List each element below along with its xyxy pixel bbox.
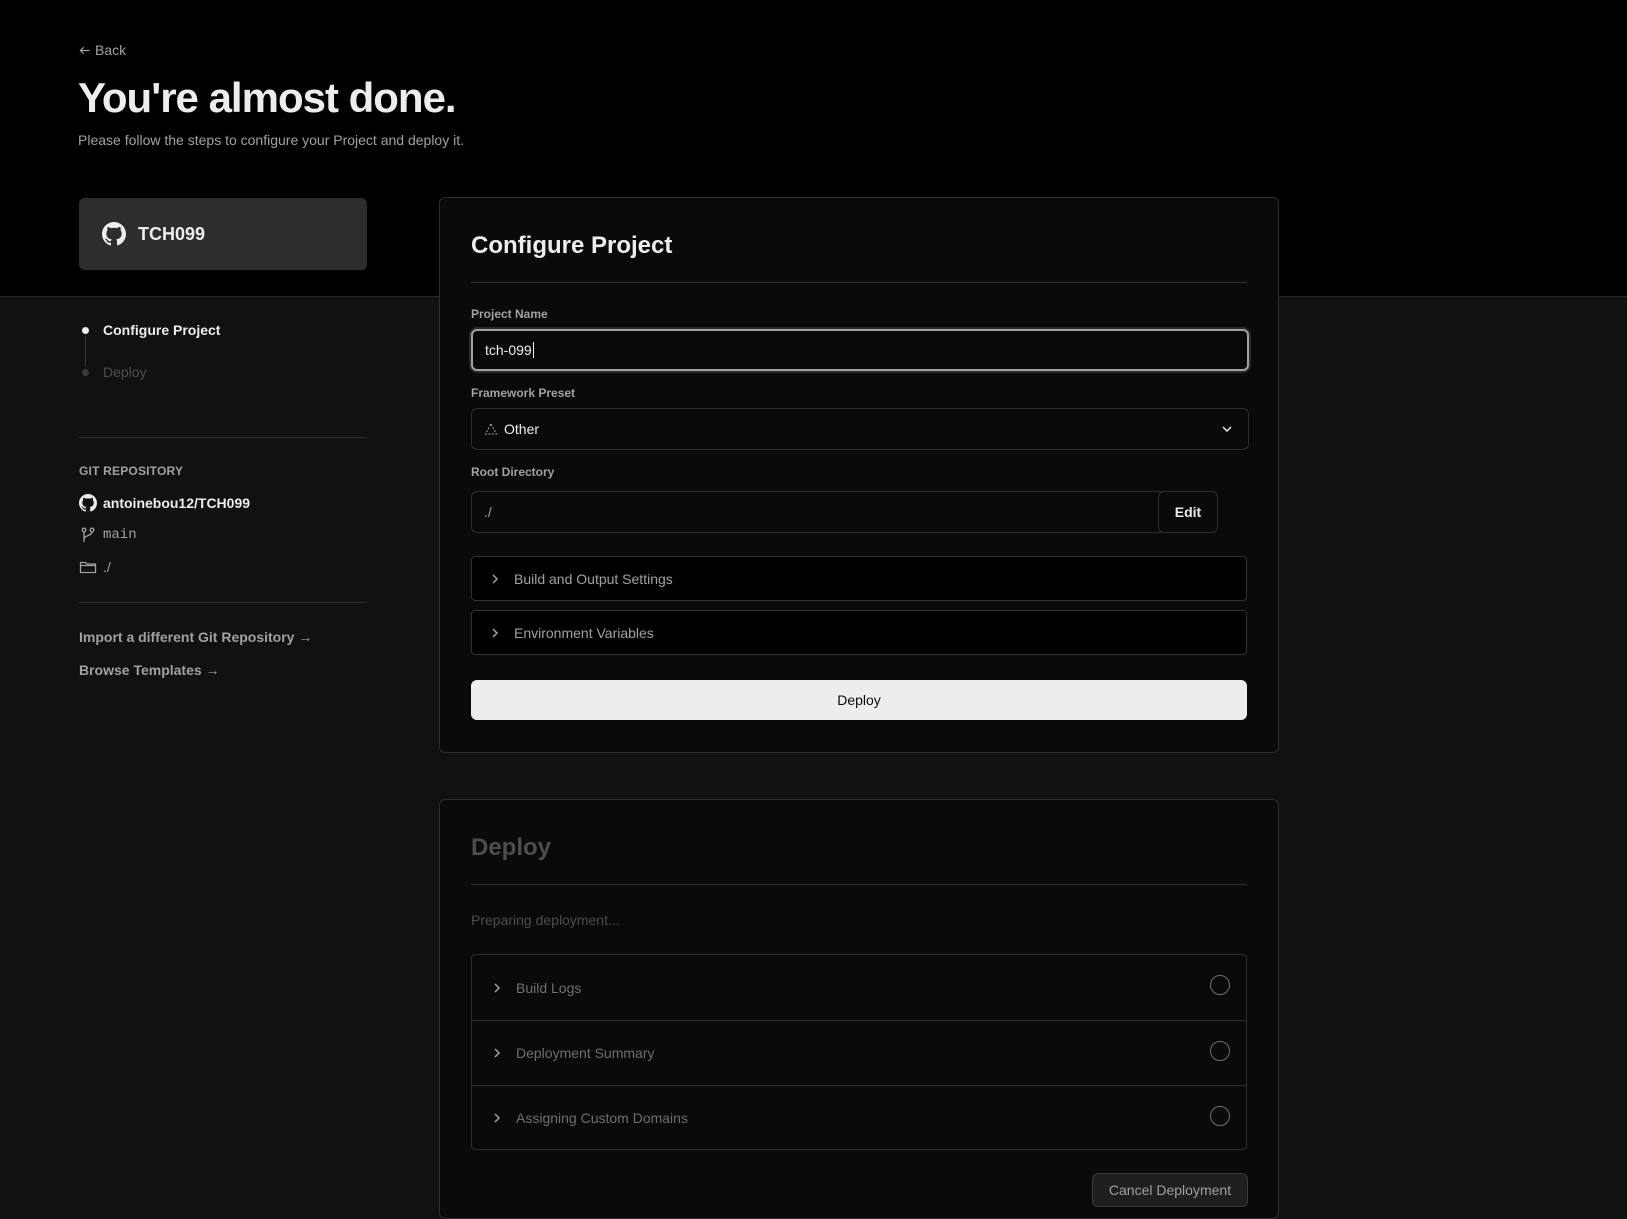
build-logs-row[interactable]: Build Logs xyxy=(472,955,1246,1020)
github-icon xyxy=(79,494,97,512)
page-subtitle: Please follow the steps to configure you… xyxy=(78,132,464,148)
step-label: Configure Project xyxy=(103,322,221,338)
step-dot-active xyxy=(82,326,89,334)
root-directory-input[interactable]: ./ xyxy=(471,491,1179,533)
arrow-left-icon xyxy=(79,46,90,54)
root-directory-value: ./ xyxy=(484,504,492,520)
configure-project-card: Configure Project Project Name tch-099 F… xyxy=(439,197,1279,753)
environment-variables-label: Environment Variables xyxy=(514,624,654,641)
pending-status-icon xyxy=(1210,975,1230,995)
git-directory: ./ xyxy=(79,558,111,576)
build-output-settings-toggle[interactable]: Build and Output Settings xyxy=(471,556,1247,601)
chevron-right-icon xyxy=(492,627,499,638)
sidebar-divider xyxy=(79,437,367,438)
deployment-steps-list: Build Logs Deployment Summary Assigning … xyxy=(471,954,1247,1150)
cancel-deployment-button[interactable]: Cancel Deployment xyxy=(1092,1173,1248,1207)
framework-preset-select[interactable]: Other xyxy=(471,408,1249,450)
card-divider xyxy=(471,884,1247,885)
configure-title: Configure Project xyxy=(471,232,673,259)
project-name-value: tch-099 xyxy=(485,342,532,358)
pending-status-icon xyxy=(1210,1041,1230,1061)
edit-root-directory-button[interactable]: Edit xyxy=(1158,491,1218,533)
chevron-right-icon xyxy=(492,573,499,584)
framework-preset-value: Other xyxy=(504,421,540,437)
folder-icon xyxy=(79,561,97,574)
card-divider xyxy=(471,282,1247,283)
step-connector xyxy=(85,336,86,366)
import-repo-link[interactable]: Import a different Git Repository → xyxy=(79,629,312,645)
git-branch-name: main xyxy=(103,527,137,543)
chevron-right-icon xyxy=(494,1113,501,1123)
framework-preset-label: Framework Preset xyxy=(471,386,576,400)
deployment-summary-row[interactable]: Deployment Summary xyxy=(472,1020,1246,1085)
build-output-settings-label: Build and Output Settings xyxy=(514,570,673,587)
git-branch-icon xyxy=(81,527,95,542)
root-directory-label: Root Directory xyxy=(471,465,555,479)
deploy-card: Deploy Preparing deployment... Build Log… xyxy=(439,799,1279,1219)
repo-card-name: TCH099 xyxy=(138,223,206,244)
step-configure: Configure Project xyxy=(82,318,220,342)
step-label: Deploy xyxy=(103,364,147,380)
git-directory-path: ./ xyxy=(103,559,111,575)
triangle-icon xyxy=(484,422,498,435)
custom-domains-row[interactable]: Assigning Custom Domains xyxy=(472,1085,1246,1150)
deployment-status-text: Preparing deployment... xyxy=(471,912,620,928)
git-repo[interactable]: antoinebou12/TCH099 xyxy=(79,494,250,512)
back-label: Back xyxy=(95,42,127,58)
git-repo-name: antoinebou12/TCH099 xyxy=(103,495,251,511)
deploy-button[interactable]: Deploy xyxy=(471,680,1247,720)
repo-card: TCH099 xyxy=(79,198,367,270)
deploy-item-label: Build Logs xyxy=(516,979,582,996)
chevron-right-icon xyxy=(494,1048,501,1058)
git-branch: main xyxy=(79,526,137,544)
deploy-title: Deploy xyxy=(471,834,552,861)
pending-status-icon xyxy=(1210,1106,1230,1126)
chevron-right-icon xyxy=(494,982,501,993)
github-icon xyxy=(102,222,126,246)
environment-variables-toggle[interactable]: Environment Variables xyxy=(471,610,1247,655)
deploy-item-label: Deployment Summary xyxy=(516,1045,655,1061)
git-repository-heading: GIT REPOSITORY xyxy=(79,464,184,478)
browse-templates-link[interactable]: Browse Templates → xyxy=(79,662,220,678)
text-caret xyxy=(532,342,534,358)
project-name-input[interactable]: tch-099 xyxy=(471,329,1249,371)
step-dot-inactive xyxy=(82,368,89,376)
chevron-down-icon xyxy=(1222,426,1232,433)
sidebar-divider xyxy=(79,602,367,603)
deploy-item-label: Assigning Custom Domains xyxy=(516,1110,688,1126)
project-name-label: Project Name xyxy=(471,307,548,321)
back-link[interactable]: Back xyxy=(78,42,126,58)
steps-nav: Configure Project Deploy xyxy=(82,318,220,384)
step-deploy: Deploy xyxy=(82,360,220,384)
page-title: You're almost done. xyxy=(78,74,457,121)
